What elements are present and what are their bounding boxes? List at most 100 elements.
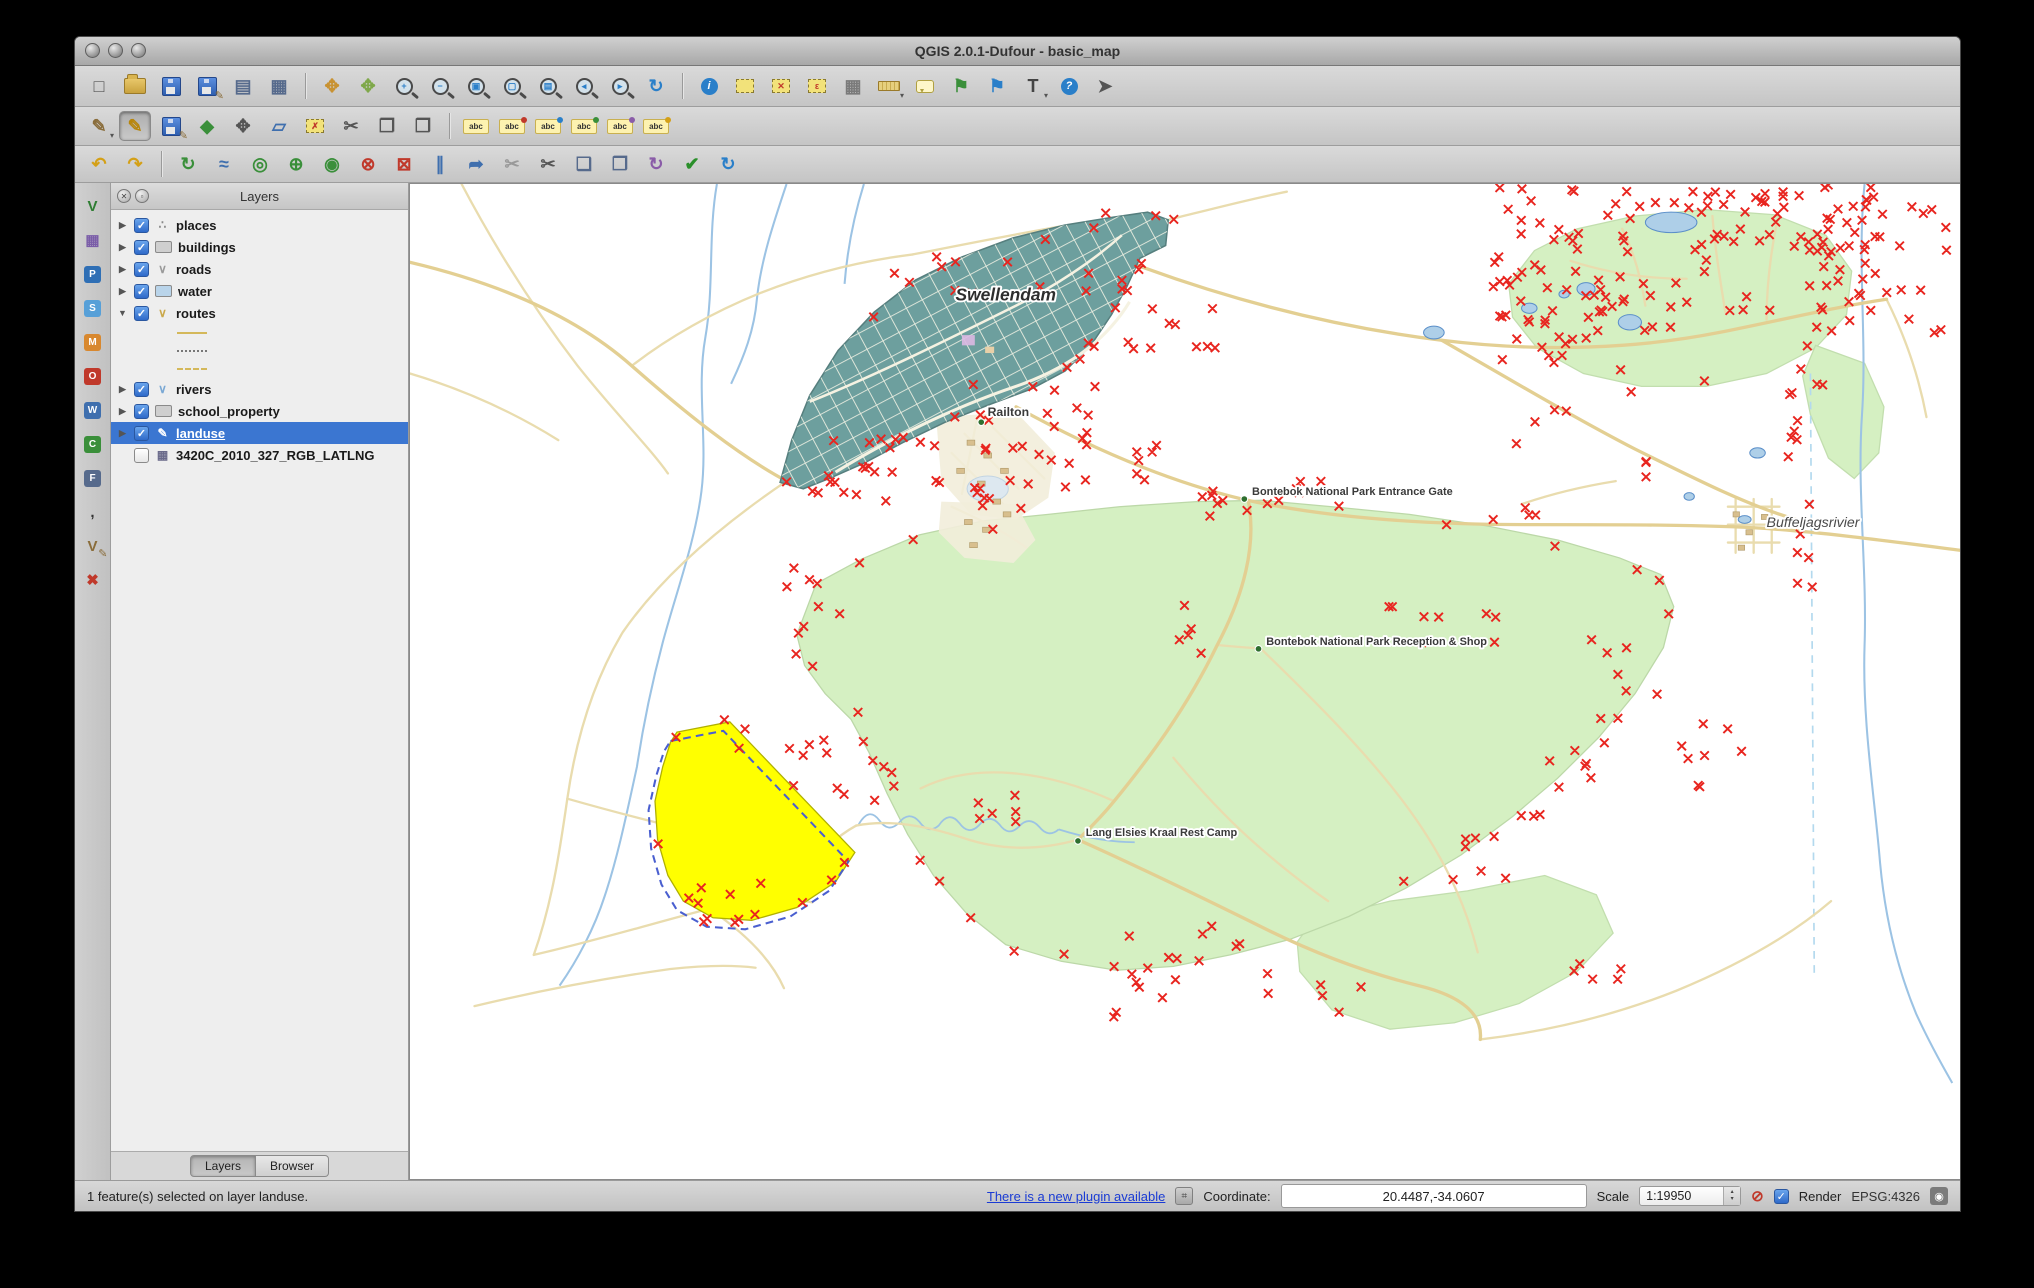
- add-raster-layer-button[interactable]: ▦: [79, 227, 107, 253]
- check-geometries-button[interactable]: ✔: [676, 149, 708, 179]
- layer-checkbox-3420C_2010_327_RGB_LATLNG[interactable]: [134, 447, 149, 463]
- measure-line-button[interactable]: ▾: [873, 71, 905, 101]
- map-canvas[interactable]: Swellendam Railton Bontebok National Par…: [409, 183, 1960, 1180]
- select-features-button[interactable]: [729, 71, 761, 101]
- layer-checkbox-rivers[interactable]: ✓: [134, 381, 149, 397]
- merge-attributes-button[interactable]: ❒: [604, 149, 636, 179]
- undo-button[interactable]: ↶: [83, 149, 115, 179]
- offset-curve-button[interactable]: ∥: [424, 149, 456, 179]
- delete-part-button[interactable]: ⊠: [388, 149, 420, 179]
- add-wcs-layer-button[interactable]: C: [79, 431, 107, 457]
- plugin-available-link[interactable]: There is a new plugin available: [987, 1189, 1166, 1204]
- select-by-expression-button[interactable]: ε: [801, 71, 833, 101]
- simplify-feature-button[interactable]: ≈: [208, 149, 240, 179]
- label-rotate-button[interactable]: abc: [604, 111, 636, 141]
- new-project-button[interactable]: □: [83, 71, 115, 101]
- label-properties-button[interactable]: abc: [640, 111, 672, 141]
- window-titlebar[interactable]: QGIS 2.0.1-Dufour - basic_map: [75, 37, 1960, 66]
- composer-manager-button[interactable]: ▦: [263, 71, 295, 101]
- collapse-arrow-icon[interactable]: ▼: [117, 308, 128, 318]
- layer-item-buildings[interactable]: ▶ ✓ buildings: [111, 236, 408, 258]
- open-attribute-table-button[interactable]: ▦: [837, 71, 869, 101]
- rotate-point-symbols-button[interactable]: ↻: [640, 149, 672, 179]
- zoom-to-layer-button[interactable]: ▤: [532, 71, 564, 101]
- layer-item-rivers[interactable]: ▶ ✓ ∨ rivers: [111, 378, 408, 400]
- fill-ring-button[interactable]: ◉: [316, 149, 348, 179]
- scale-magnifier-icon[interactable]: ⊘: [1751, 1187, 1764, 1205]
- tab-layers[interactable]: Layers: [189, 1155, 256, 1177]
- pan-to-selection-button[interactable]: ✥: [352, 71, 384, 101]
- labeling-button[interactable]: abc: [460, 111, 492, 141]
- selected-landuse-feature[interactable]: [647, 721, 856, 931]
- new-print-composer-button[interactable]: ▤: [227, 71, 259, 101]
- scale-dropdown-icon[interactable]: ▴ ▾: [1723, 1187, 1741, 1205]
- expand-arrow-icon[interactable]: ▶: [117, 384, 128, 395]
- layer-checkbox-school_property[interactable]: ✓: [134, 403, 149, 419]
- rotate-feature-button[interactable]: ↻: [172, 149, 204, 179]
- split-parts-button[interactable]: ✂: [496, 149, 528, 179]
- add-spatialite-layer-button[interactable]: S: [79, 295, 107, 321]
- refresh-map-button[interactable]: ↻: [640, 71, 672, 101]
- new-shapefile-layer-button[interactable]: V ✎: [79, 533, 107, 560]
- zoom-button[interactable]: [131, 43, 146, 58]
- panel-close-button[interactable]: ✕: [117, 189, 131, 203]
- layer-item-water[interactable]: ▶ ✓ water: [111, 280, 408, 302]
- label-move-button[interactable]: abc: [568, 111, 600, 141]
- node-tool-button[interactable]: ▱: [263, 111, 295, 141]
- cut-features-button[interactable]: ✂: [335, 111, 367, 141]
- zoom-last-button[interactable]: ◂: [568, 71, 600, 101]
- copy-features-button[interactable]: ❐: [371, 111, 403, 141]
- add-vector-layer-button[interactable]: V: [79, 193, 107, 219]
- reshape-features-button[interactable]: ➦: [460, 149, 492, 179]
- redo-button[interactable]: ↷: [119, 149, 151, 179]
- zoom-to-selection-button[interactable]: ▢: [496, 71, 528, 101]
- layer-checkbox-routes[interactable]: ✓: [134, 305, 149, 321]
- add-ring-button[interactable]: ◎: [244, 149, 276, 179]
- layer-checkbox-roads[interactable]: ✓: [134, 261, 149, 277]
- close-button[interactable]: [85, 43, 100, 58]
- layer-checkbox-water[interactable]: ✓: [134, 283, 149, 299]
- new-bookmark-button[interactable]: ⚑: [945, 71, 977, 101]
- toggle-editing-button[interactable]: ✎: [119, 111, 151, 141]
- add-feature-button[interactable]: ◆: [191, 111, 223, 141]
- pan-map-button[interactable]: ✥: [316, 71, 348, 101]
- delete-selected-button[interactable]: ✗: [299, 111, 331, 141]
- zoom-full-extent-button[interactable]: ▣: [460, 71, 492, 101]
- redraw-button[interactable]: ↻: [712, 149, 744, 179]
- paste-features-button[interactable]: ❒: [407, 111, 439, 141]
- render-checkbox[interactable]: ✓: [1773, 1188, 1789, 1204]
- layer-item-places[interactable]: ▶ ✓ ∴ places: [111, 214, 408, 236]
- coordinate-input[interactable]: [1280, 1184, 1587, 1208]
- show-bookmarks-button[interactable]: ⚑: [981, 71, 1013, 101]
- open-project-button[interactable]: [119, 71, 151, 101]
- layer-checkbox-landuse[interactable]: ✓: [134, 425, 149, 441]
- expand-arrow-icon[interactable]: ▶: [117, 220, 128, 231]
- text-annotation-button[interactable]: T ▾: [1017, 71, 1049, 101]
- save-layer-edits-button[interactable]: ✎: [155, 111, 188, 142]
- layer-checkbox-places[interactable]: ✓: [134, 217, 149, 233]
- merge-features-button[interactable]: ❑: [568, 149, 600, 179]
- layer-item-landuse[interactable]: ▶ ✓ ✎ landuse: [111, 422, 408, 444]
- tab-browser[interactable]: Browser: [256, 1155, 330, 1177]
- help-contents-button[interactable]: ?: [1053, 71, 1085, 101]
- save-project-button[interactable]: [155, 71, 187, 101]
- label-show-hide-button[interactable]: abc: [532, 111, 564, 141]
- zoom-next-button[interactable]: ▸: [604, 71, 636, 101]
- add-wms-layer-button[interactable]: W: [79, 397, 107, 423]
- save-project-as-button[interactable]: ✎: [191, 71, 224, 102]
- layer-item-roads[interactable]: ▶ ✓ ∨ roads: [111, 258, 408, 280]
- add-oracle-layer-button[interactable]: O: [79, 363, 107, 389]
- current-edits-button[interactable]: ✎ ▾: [83, 111, 115, 141]
- identify-features-button[interactable]: i: [693, 71, 725, 101]
- expand-arrow-icon[interactable]: ▶: [117, 242, 128, 253]
- crs-status-icon[interactable]: ◉: [1930, 1187, 1948, 1205]
- panel-float-button[interactable]: ▫: [135, 189, 149, 203]
- expand-arrow-icon[interactable]: ▶: [117, 286, 128, 297]
- add-part-button[interactable]: ⊕: [280, 149, 312, 179]
- expand-arrow-icon[interactable]: ▶: [117, 264, 128, 275]
- add-wfs-layer-button[interactable]: F: [79, 465, 107, 491]
- split-features-button[interactable]: ✂: [532, 149, 564, 179]
- layer-item-routes[interactable]: ▼ ✓ ∨ routes: [111, 302, 408, 324]
- map-tips-button[interactable]: [909, 71, 941, 101]
- add-delimited-text-layer-button[interactable]: ,: [79, 499, 107, 525]
